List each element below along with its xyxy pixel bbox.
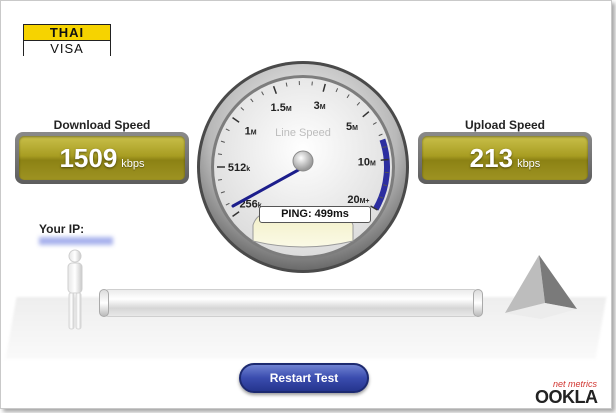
tube-left-cap bbox=[99, 289, 109, 317]
tube-right-cap bbox=[473, 289, 483, 317]
upload-speed-panel: 213 kbps bbox=[418, 132, 592, 184]
gauge-tick bbox=[380, 158, 389, 161]
download-speed-panel: 1509 kbps bbox=[15, 132, 189, 184]
gauge-hub bbox=[292, 150, 314, 172]
logo-line1: THAI bbox=[24, 25, 110, 41]
download-speed-value: 1509 bbox=[59, 143, 118, 173]
ping-readout: PING: 499ms bbox=[259, 206, 371, 223]
gauge-minor-tick bbox=[217, 153, 223, 156]
gauge-minor-tick bbox=[217, 178, 223, 181]
restart-test-button[interactable]: Restart Test bbox=[239, 363, 369, 393]
thaivisa-logo[interactable]: THAI VISA bbox=[23, 24, 111, 56]
server-pyramid-icon bbox=[505, 255, 577, 319]
gauge-title: Line Speed bbox=[275, 127, 331, 139]
line-speed-gauge: 256k512k1M1.5M3M5M10M20M+ Line Speed bbox=[197, 61, 409, 273]
ip-address-redacted bbox=[39, 237, 113, 245]
upload-speed-label: Upload Speed bbox=[464, 118, 545, 132]
logo-line2: VISA bbox=[24, 41, 110, 56]
your-ip-label: Your IP: bbox=[39, 222, 85, 236]
ookla-text: OOKLA bbox=[535, 387, 598, 407]
upload-speed-unit: kbps bbox=[517, 158, 541, 170]
speedtest-window: THAI VISA Download Speed 1509 kbps Upload… bbox=[0, 0, 612, 409]
download-speed-label: Download Speed bbox=[53, 118, 151, 132]
connection-tube bbox=[101, 289, 481, 317]
upload-speed-value: 213 bbox=[469, 143, 514, 173]
user-figure-icon bbox=[67, 249, 83, 330]
ookla-logo[interactable]: net metrics OOKLA bbox=[535, 379, 607, 407]
download-speed-unit: kbps bbox=[121, 158, 145, 170]
